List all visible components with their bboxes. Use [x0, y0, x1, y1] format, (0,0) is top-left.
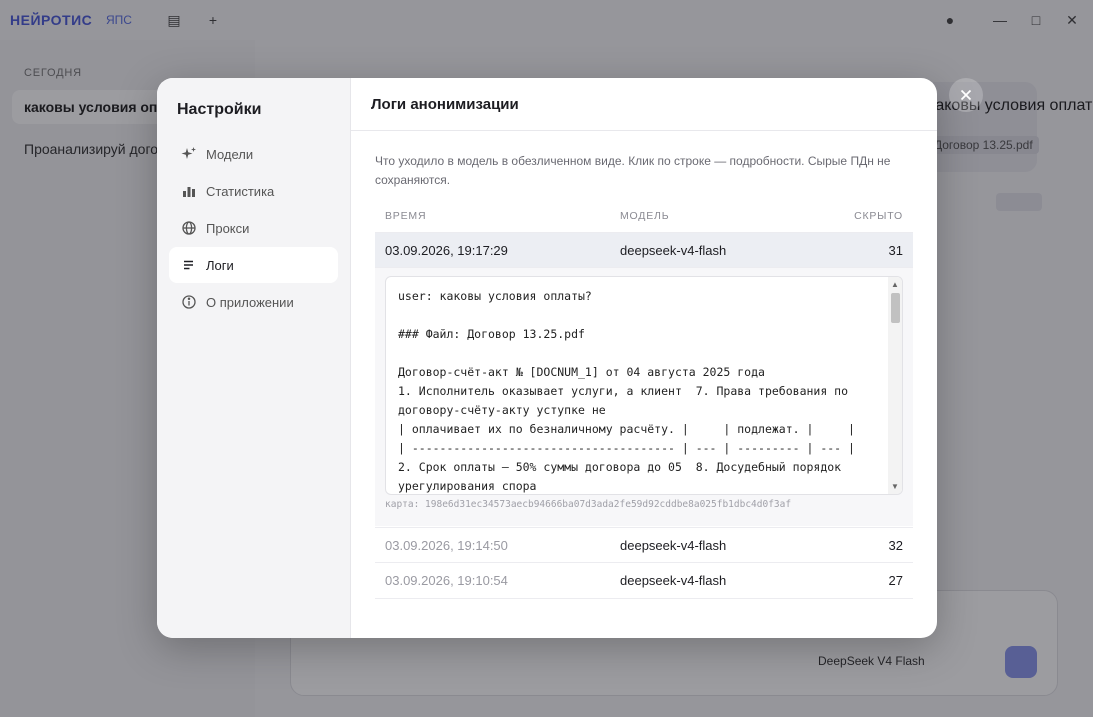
nav-item-models[interactable]: Модели — [169, 136, 338, 172]
column-header-model: МОДЕЛЬ — [620, 210, 670, 222]
row-model: deepseek-v4-flash — [620, 573, 727, 588]
row-time: 03.09.2026, 19:14:50 — [385, 538, 508, 553]
nav-item-label: Статистика — [206, 183, 275, 199]
globe-icon — [181, 220, 197, 236]
scroll-thumb[interactable] — [891, 293, 900, 323]
row-hidden-count: 27 — [888, 573, 903, 588]
nav-item-label: Логи — [206, 257, 234, 273]
nav-item-logs[interactable]: Логи — [169, 247, 338, 283]
table-row[interactable]: 03.09.2026, 19:17:29 deepseek-v4-flash 3… — [375, 232, 913, 268]
anonymized-text-box[interactable]: user: каковы условия оплаты? ### Файл: Д… — [385, 276, 903, 495]
settings-title: Настройки — [177, 101, 262, 118]
logs-panel: Логи анонимизации Что уходило в модель в… — [351, 78, 937, 638]
settings-sidebar: Настройки Модели Статистика Прокси Логи — [157, 78, 351, 638]
nav-item-proxy[interactable]: Прокси — [169, 210, 338, 246]
scroll-down-icon[interactable]: ▼ — [891, 482, 899, 491]
row-hidden-count: 31 — [888, 243, 903, 258]
list-icon — [181, 257, 197, 273]
nav-item-label: Модели — [206, 146, 254, 162]
logs-description: Что уходило в модель в обезличенном виде… — [375, 154, 891, 187]
map-hash: карта: 198e6d31ec34573aecb94666ba07d3ada… — [385, 499, 792, 510]
nav-item-label: Прокси — [206, 220, 250, 236]
column-header-time: ВРЕМЯ — [385, 210, 427, 222]
table-row[interactable]: 03.09.2026, 19:14:50 deepseek-v4-flash 3… — [375, 527, 913, 563]
text-scrollbar[interactable]: ▲ ▼ — [888, 277, 902, 494]
bar-chart-icon — [181, 183, 197, 199]
sparkle-icon — [181, 146, 197, 162]
logs-header: Логи анонимизации — [351, 78, 937, 131]
nav-item-about[interactable]: О приложении — [169, 284, 338, 320]
row-time: 03.09.2026, 19:10:54 — [385, 573, 508, 588]
row-model: deepseek-v4-flash — [620, 243, 727, 258]
close-settings-button[interactable] — [949, 78, 983, 112]
scroll-up-icon[interactable]: ▲ — [891, 280, 899, 289]
column-header-hidden: СКРЫТО — [854, 210, 903, 222]
row-detail: user: каковы условия оплаты? ### Файл: Д… — [375, 267, 913, 526]
settings-modal: Настройки Модели Статистика Прокси Логи — [157, 78, 937, 638]
row-model: deepseek-v4-flash — [620, 538, 727, 553]
info-icon — [181, 294, 197, 310]
nav-item-statistics[interactable]: Статистика — [169, 173, 338, 209]
row-hidden-count: 32 — [888, 538, 903, 553]
nav-item-label: О приложении — [206, 294, 294, 310]
table-row[interactable]: 03.09.2026, 19:10:54 deepseek-v4-flash 2… — [375, 562, 913, 599]
anonymized-text: user: каковы условия оплаты? ### Файл: Д… — [398, 289, 855, 493]
logs-title: Логи анонимизации — [371, 96, 519, 113]
close-icon — [960, 89, 972, 101]
row-time: 03.09.2026, 19:17:29 — [385, 243, 508, 258]
